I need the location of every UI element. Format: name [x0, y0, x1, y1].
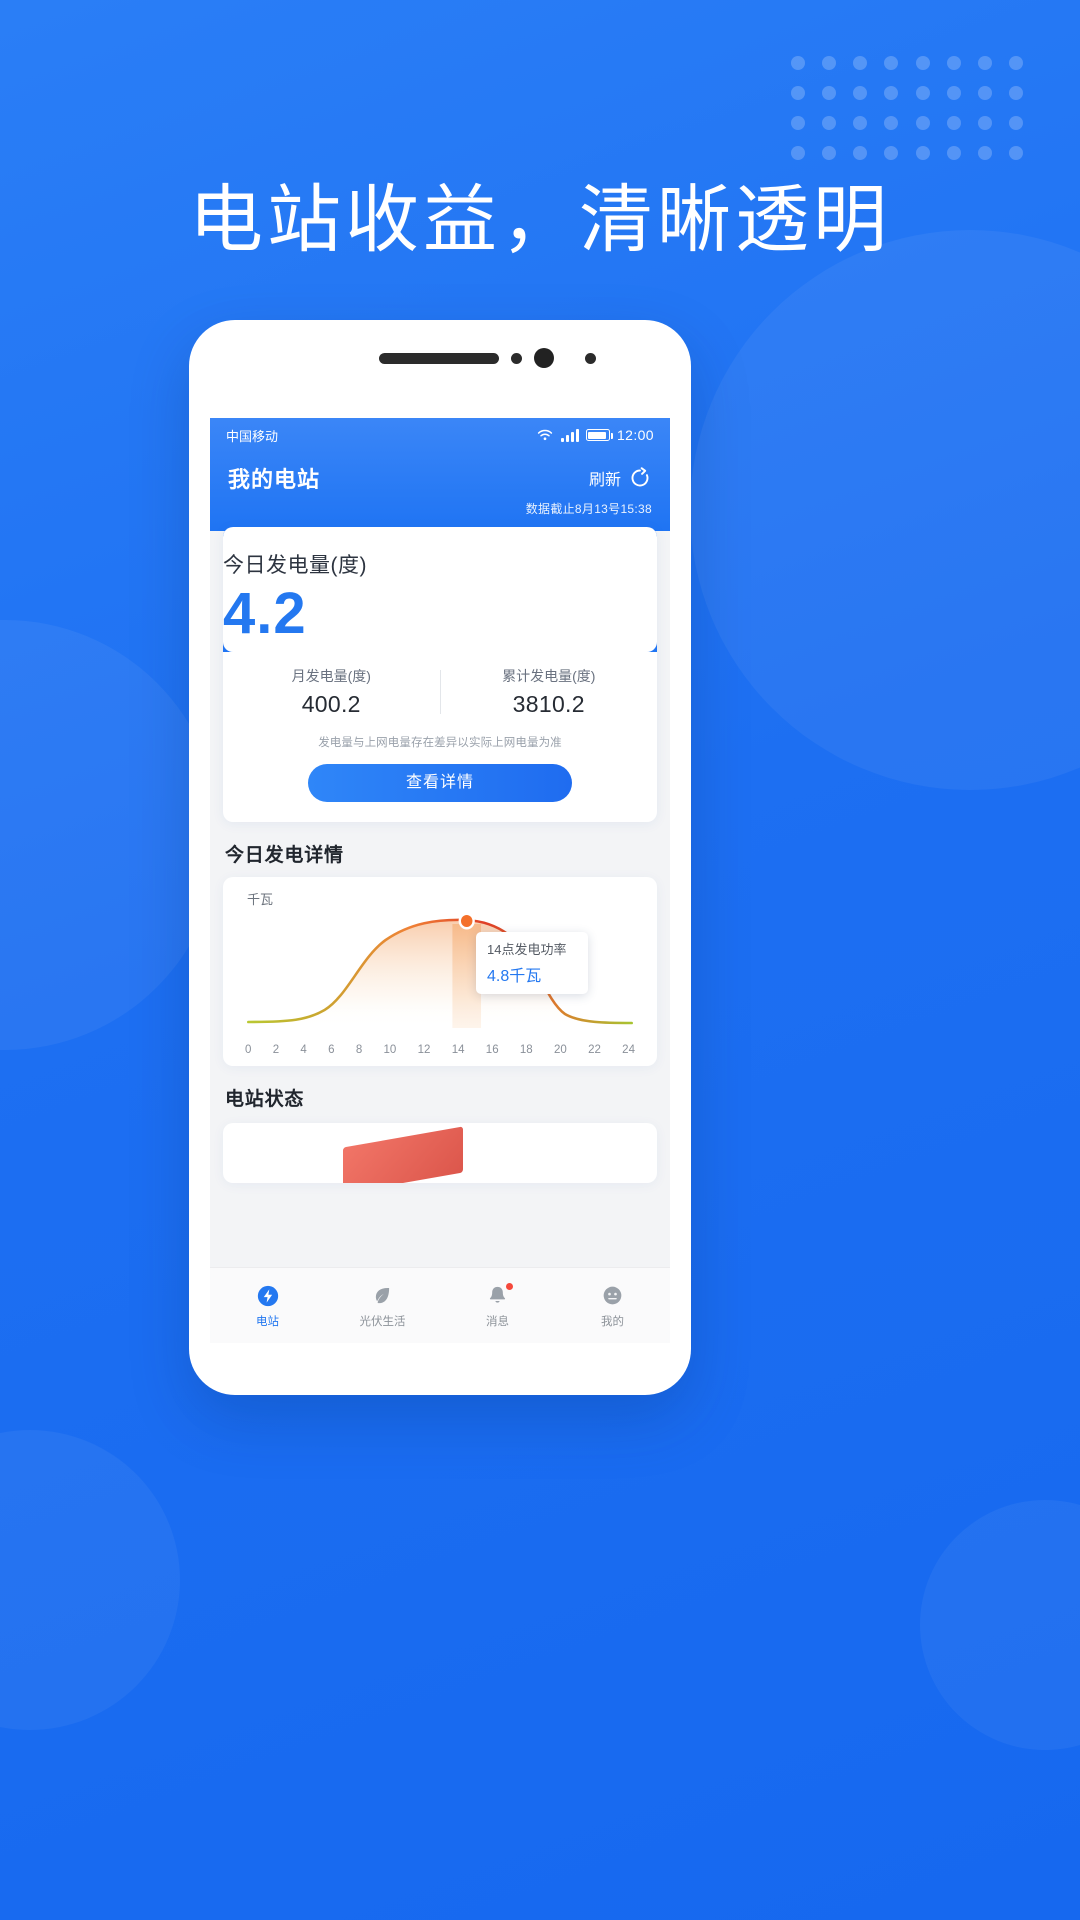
- tab-power-station[interactable]: 电站: [210, 1283, 325, 1329]
- today-generation-block: 今日发电量(度) 4.2: [223, 527, 657, 652]
- chart-x-axis: 0 2 4 6 8 10 12 14 16 18 20 22 24: [233, 1038, 647, 1058]
- bottom-tab-bar: 电站 光伏生活 消息 我的: [210, 1267, 670, 1343]
- battery-icon: [585, 429, 613, 441]
- generation-disclaimer: 发电量与上网电量存在差异以实际上网电量为准: [223, 723, 657, 750]
- user-face-icon: [555, 1283, 670, 1309]
- carrier-label: 中国移动: [226, 428, 279, 444]
- today-generation-label: 今日发电量(度): [223, 554, 367, 577]
- message-badge-dot: [505, 1282, 513, 1290]
- app-header: 中国移动 12:00 我的电站 刷新 数据截止8月13号15:38: [210, 418, 670, 531]
- stat-total-value: 3810.2: [512, 690, 585, 717]
- phone-screen: 中国移动 12:00 我的电站 刷新 数据截止8月13号15:38 今日发电量(…: [210, 418, 670, 1343]
- x-tick: 24: [622, 1043, 635, 1056]
- stat-month-value: 400.2: [301, 690, 361, 717]
- view-detail-button[interactable]: 查看详情: [308, 763, 572, 802]
- refresh-label: 刷新: [588, 472, 621, 489]
- x-tick: 10: [383, 1043, 397, 1056]
- refresh-icon: [628, 466, 652, 490]
- phone-bezel-top: [189, 320, 691, 408]
- tooltip-value: 4.8千瓦: [487, 967, 542, 985]
- x-tick: 12: [417, 1043, 431, 1056]
- x-tick: 6: [328, 1043, 335, 1056]
- x-tick: 18: [519, 1043, 533, 1056]
- station-status-card[interactable]: [223, 1122, 657, 1183]
- today-generation-value: 4.2: [223, 581, 307, 646]
- power-station-icon: [210, 1283, 325, 1309]
- stat-month: 月发电量(度) 400.2: [223, 666, 440, 718]
- tab-messages[interactable]: 消息: [440, 1282, 555, 1329]
- chart-unit-label: 千瓦: [247, 891, 274, 907]
- chart-highlight-point: [460, 914, 473, 927]
- section-title-chart: 今日发电详情: [225, 844, 344, 866]
- phone-mockup: 中国移动 12:00 我的电站 刷新 数据截止8月13号15:38 今日发电量(…: [189, 320, 691, 1395]
- app-title-row: 我的电站 刷新: [210, 452, 670, 494]
- section-title-status: 电站状态: [225, 1088, 305, 1110]
- chart-plot-area[interactable]: 14点发电功率 4.8千瓦: [233, 910, 647, 1038]
- x-tick: 0: [245, 1043, 252, 1056]
- wifi-icon: [536, 428, 554, 442]
- clock-label: 12:00: [616, 427, 654, 443]
- stat-month-label: 月发电量(度): [291, 667, 371, 684]
- refresh-button[interactable]: 刷新: [589, 466, 652, 490]
- tab-label: 电站: [256, 1315, 279, 1328]
- status-icons: 12:00: [536, 427, 654, 443]
- tab-pv-life[interactable]: 光伏生活: [325, 1283, 440, 1329]
- tab-profile[interactable]: 我的: [555, 1283, 670, 1329]
- bell-icon: [440, 1283, 555, 1309]
- status-bar: 中国移动 12:00: [210, 418, 670, 452]
- front-camera-icon: [534, 348, 554, 368]
- tab-label: 消息: [486, 1315, 509, 1328]
- page-title: 我的电站: [228, 467, 321, 492]
- leaf-icon: [325, 1283, 440, 1309]
- chart-tooltip: 14点发电功率 4.8千瓦: [476, 931, 588, 994]
- signal-bars-icon: [560, 428, 579, 442]
- speaker-grille-icon: [379, 353, 499, 364]
- generation-stats-row: 月发电量(度) 400.2 累计发电量(度) 3810.2: [223, 651, 658, 724]
- status-card-graphic: [343, 1126, 463, 1183]
- generation-summary-card: 今日发电量(度) 4.2 月发电量(度) 400.2 累计发电量(度) 3810…: [223, 527, 657, 822]
- data-timestamp: 数据截止8月13号15:38: [525, 502, 652, 516]
- tab-label: 我的: [601, 1315, 624, 1328]
- proximity-sensor-icon: [585, 353, 596, 364]
- x-tick: 16: [485, 1043, 499, 1056]
- decor-dot-grid: [782, 48, 1032, 168]
- x-tick: 8: [355, 1043, 363, 1056]
- generation-chart-card: 千瓦 14点发电功率 4.8千瓦 0 2 4 6 8 10 12 14 16 1…: [223, 876, 657, 1066]
- tab-label: 光伏生活: [359, 1315, 406, 1328]
- x-tick: 4: [300, 1043, 307, 1056]
- app-body: 今日发电量(度) 4.2 月发电量(度) 400.2 累计发电量(度) 3810…: [210, 527, 670, 1183]
- x-tick: 22: [588, 1043, 601, 1056]
- x-tick: 20: [553, 1043, 567, 1056]
- stat-total: 累计发电量(度) 3810.2: [441, 666, 658, 718]
- tooltip-title: 14点发电功率: [487, 941, 567, 957]
- stat-total-label: 累计发电量(度): [502, 667, 596, 684]
- sensor-icon: [511, 353, 522, 364]
- x-tick: 2: [272, 1043, 280, 1056]
- promo-headline: 电站收益，清晰透明: [189, 178, 891, 261]
- x-tick: 14: [451, 1043, 465, 1056]
